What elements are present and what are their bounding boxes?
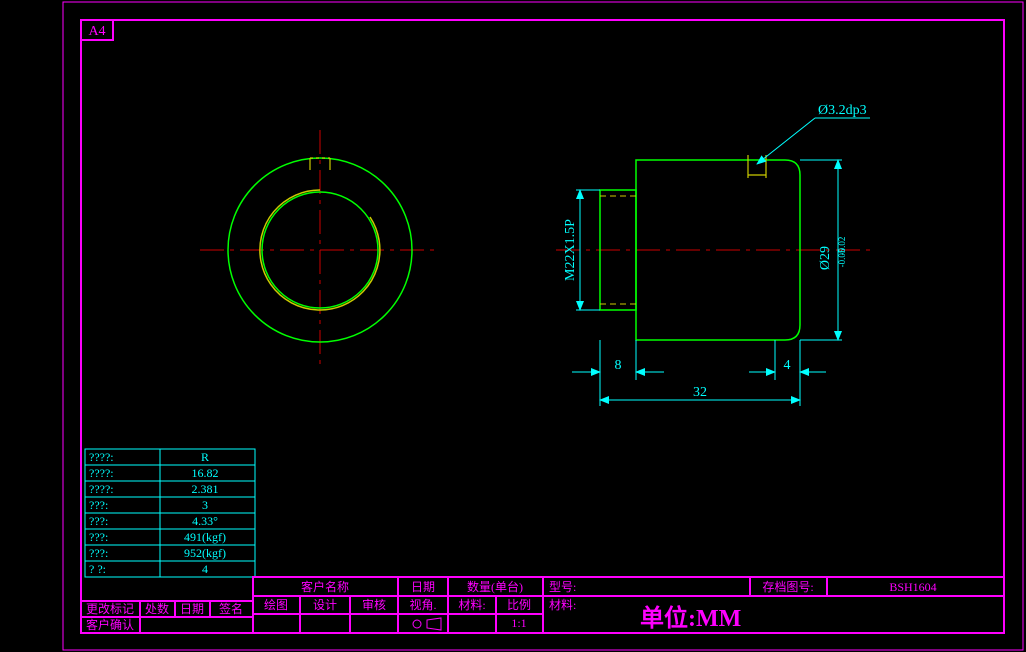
svg-text:型号:: 型号: xyxy=(549,580,576,594)
svg-text:处数: 处数 xyxy=(145,601,169,616)
svg-text:材料:: 材料: xyxy=(549,598,576,612)
unit-label: 单位:MM xyxy=(640,604,741,632)
svg-text:签名: 签名 xyxy=(219,601,243,616)
svg-text:客户名称: 客户名称 xyxy=(301,579,349,594)
svg-text:R: R xyxy=(201,450,209,464)
callout-text: Ø3.2dp3 xyxy=(818,103,867,118)
sheet-format: A4 xyxy=(88,24,105,39)
svg-text:绘图: 绘图 xyxy=(264,597,288,612)
svg-text:设计: 设计 xyxy=(313,598,337,612)
svg-text:M22X1.5P: M22X1.5P xyxy=(563,219,578,281)
svg-text:1:1: 1:1 xyxy=(511,616,526,630)
svg-text:审核: 审核 xyxy=(362,597,386,612)
svg-text:32: 32 xyxy=(693,385,707,400)
svg-text:? ?:: ? ?: xyxy=(89,562,106,576)
drawing-sheet: .frame { stroke:#ff00ff; fill:none; } .f… xyxy=(0,0,1026,652)
svg-text:???:: ???: xyxy=(89,530,108,544)
svg-text:???:: ???: xyxy=(89,546,108,560)
svg-text:8: 8 xyxy=(615,358,622,373)
svg-text:比例: 比例 xyxy=(507,598,531,612)
svg-text:2.381: 2.381 xyxy=(192,482,219,496)
archive-number: BSH1604 xyxy=(889,580,936,594)
svg-text:4: 4 xyxy=(202,562,208,576)
svg-text:????:: ????: xyxy=(89,482,114,496)
svg-text:3: 3 xyxy=(202,498,208,512)
svg-text:952(kgf): 952(kgf) xyxy=(184,546,226,560)
svg-text:???:: ???: xyxy=(89,514,108,528)
svg-text:Ø29: Ø29 xyxy=(818,246,833,270)
svg-text:日期: 日期 xyxy=(411,580,435,594)
svg-text:存档图号:: 存档图号: xyxy=(762,580,813,594)
svg-text:更改标记: 更改标记 xyxy=(86,602,134,616)
svg-text:16.82: 16.82 xyxy=(192,466,219,480)
svg-text:4.33°: 4.33° xyxy=(192,514,218,528)
svg-text:材料:: 材料: xyxy=(458,598,485,612)
svg-text:视角.: 视角. xyxy=(409,597,436,612)
svg-text:????:: ????: xyxy=(89,466,114,480)
svg-text:491(kgf): 491(kgf) xyxy=(184,530,226,544)
svg-text:日期: 日期 xyxy=(180,602,204,616)
svg-text:客户确认: 客户确认 xyxy=(86,617,134,632)
svg-text:数量(单台): 数量(单台) xyxy=(467,579,523,594)
svg-text:-0.05: -0.05 xyxy=(837,248,847,267)
svg-text:???:: ???: xyxy=(89,498,108,512)
svg-text:4: 4 xyxy=(784,358,791,373)
svg-text:????:: ????: xyxy=(89,450,114,464)
